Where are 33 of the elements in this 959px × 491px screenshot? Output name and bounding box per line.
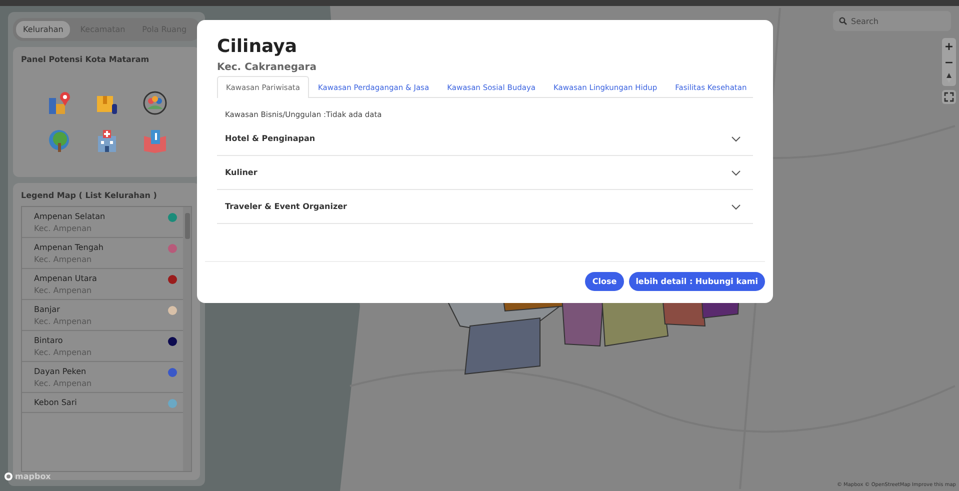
legend-item[interactable]: Kebon Sari: [22, 393, 183, 413]
chevron-icon: [731, 136, 741, 142]
district-name: Kec. Ampenan: [34, 348, 92, 357]
book-info-icon[interactable]: [142, 128, 168, 154]
fullscreen-icon[interactable]: [942, 90, 956, 104]
district-name: Kec. Ampenan: [34, 224, 93, 233]
people-circle-icon[interactable]: [142, 90, 168, 116]
area-name: Ampenan Tengah: [34, 243, 104, 252]
chevron-icon: [731, 204, 741, 210]
view-tab[interactable]: Kelurahan: [16, 21, 70, 38]
mapbox-logo-icon[interactable]: [4, 472, 13, 481]
district-name: Kec. Ampenan: [34, 379, 92, 388]
scrollbar[interactable]: [183, 207, 191, 471]
modal-subtitle: Kec. Cakranegara: [217, 62, 318, 73]
legend-title: Legend Map ( List Kelurahan ): [21, 191, 158, 200]
search-icon: [839, 17, 847, 25]
area-name: Banjar: [34, 305, 61, 314]
area-name: Ampenan Selatan: [34, 212, 106, 221]
close-button[interactable]: Close: [585, 272, 624, 291]
area-name: Bintaro: [34, 336, 64, 345]
chevron-icon: [731, 170, 741, 176]
zoom-out-button[interactable]: −: [942, 54, 956, 70]
area-name: Kebon Sari: [34, 398, 77, 407]
area-name: Dayan Peken: [34, 367, 88, 376]
area-name: Ampenan Utara: [34, 274, 97, 283]
panel-title: Panel Potensi Kota Mataram: [21, 55, 150, 64]
district-name: Kec. Ampenan: [34, 255, 93, 264]
zoom-in-button[interactable]: +: [942, 38, 956, 54]
modal-title: Cilinaya: [217, 36, 298, 57]
contact-button[interactable]: lebih detail : Hubungi kami: [628, 272, 765, 291]
district-name: Kec. Ampenan: [34, 317, 92, 326]
district-name: Kec. Ampenan: [34, 286, 93, 295]
search-field[interactable]: Search: [833, 11, 951, 31]
